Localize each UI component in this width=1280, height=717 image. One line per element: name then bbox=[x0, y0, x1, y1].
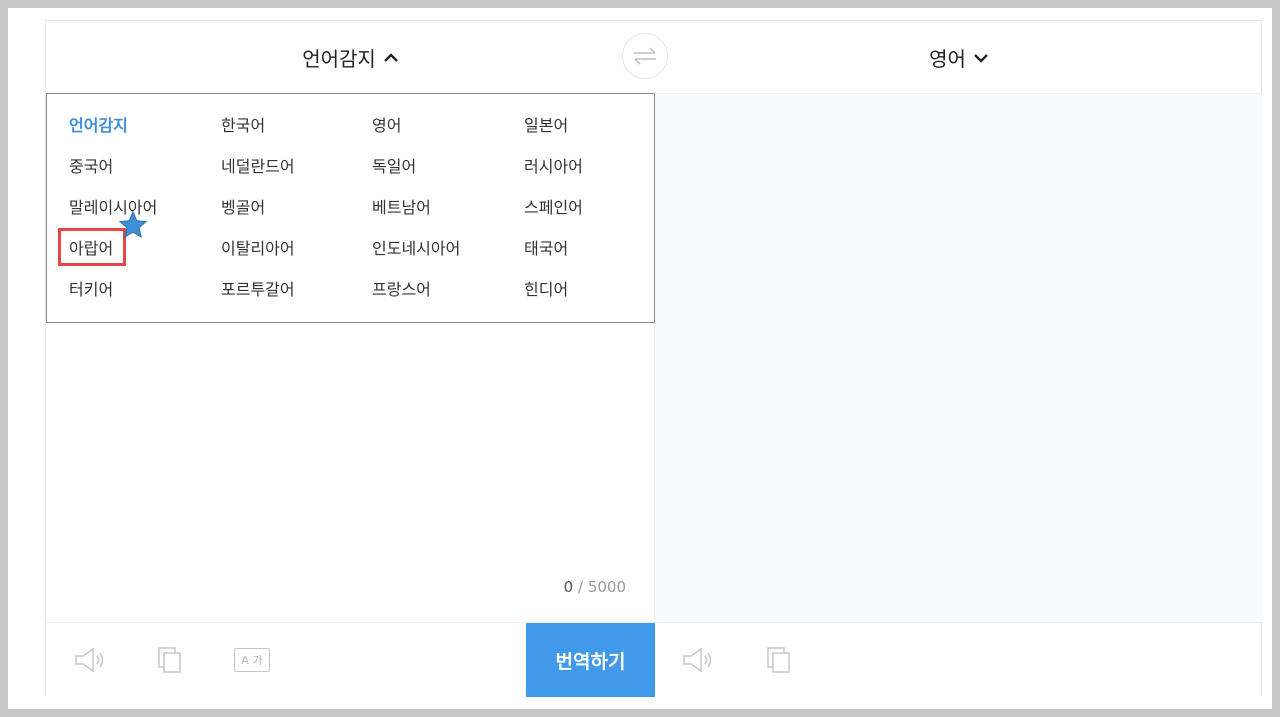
language-option[interactable]: 포르투갈어 bbox=[221, 276, 295, 300]
translation-result-area bbox=[655, 94, 1262, 622]
language-option[interactable]: 스페인어 bbox=[524, 194, 583, 218]
character-limit: / 5000 bbox=[578, 578, 626, 596]
language-bar: 언어감지 영어 bbox=[46, 21, 1261, 94]
font-size-icon: A 가 bbox=[234, 648, 270, 672]
source-copy-button[interactable] bbox=[153, 643, 187, 677]
language-option[interactable]: 벵골어 bbox=[221, 194, 265, 218]
star-marker-icon bbox=[118, 210, 148, 239]
target-listen-button[interactable] bbox=[682, 643, 716, 677]
speaker-icon bbox=[75, 647, 104, 673]
language-option[interactable]: 힌디어 bbox=[524, 276, 568, 300]
chevron-down-icon bbox=[974, 53, 988, 63]
language-option[interactable]: 네덜란드어 bbox=[221, 153, 295, 177]
language-option[interactable]: 러시아어 bbox=[524, 153, 583, 177]
language-option[interactable]: 프랑스어 bbox=[372, 276, 431, 300]
source-language-label: 언어감지 bbox=[302, 47, 376, 71]
language-option[interactable]: 터키어 bbox=[69, 276, 113, 300]
target-copy-button[interactable] bbox=[762, 643, 796, 677]
language-option[interactable]: 태국어 bbox=[524, 235, 568, 259]
language-option[interactable]: 독일어 bbox=[372, 153, 416, 177]
font-size-button[interactable]: A 가 bbox=[234, 643, 270, 677]
language-option[interactable]: 일본어 bbox=[524, 112, 568, 136]
target-language-selector[interactable]: 영어 bbox=[655, 21, 1263, 94]
character-counter: 0 / 5000 bbox=[564, 578, 626, 596]
language-option[interactable]: 베트남어 bbox=[372, 194, 431, 218]
language-option[interactable]: 언어감지 bbox=[69, 112, 128, 136]
chevron-up-icon bbox=[383, 52, 398, 62]
copy-icon bbox=[767, 647, 790, 673]
copy-icon bbox=[158, 647, 181, 673]
translate-button[interactable]: 번역하기 bbox=[526, 623, 655, 697]
target-language-label: 영어 bbox=[929, 47, 966, 71]
character-count: 0 bbox=[563, 578, 574, 596]
source-language-dropdown: 언어감지 한국어 영어 일본어 중국어 네덜란드어 독일어 러시아어 말레이시아어 벵골어 베트남어… bbox=[46, 93, 655, 323]
speaker-icon bbox=[683, 647, 712, 673]
language-option[interactable]: 영어 bbox=[372, 112, 401, 136]
source-language-selector[interactable]: 언어감지 bbox=[46, 21, 655, 94]
language-option[interactable]: 한국어 bbox=[221, 112, 265, 136]
language-option[interactable]: 인도네시아어 bbox=[372, 235, 460, 259]
language-option[interactable]: 중국어 bbox=[69, 153, 113, 177]
action-bar: A 가 번역하기 bbox=[46, 622, 1261, 697]
language-option[interactable]: 아랍어 bbox=[69, 235, 113, 259]
source-listen-button[interactable] bbox=[74, 643, 108, 677]
language-option[interactable]: 이탈리아어 bbox=[221, 235, 295, 259]
